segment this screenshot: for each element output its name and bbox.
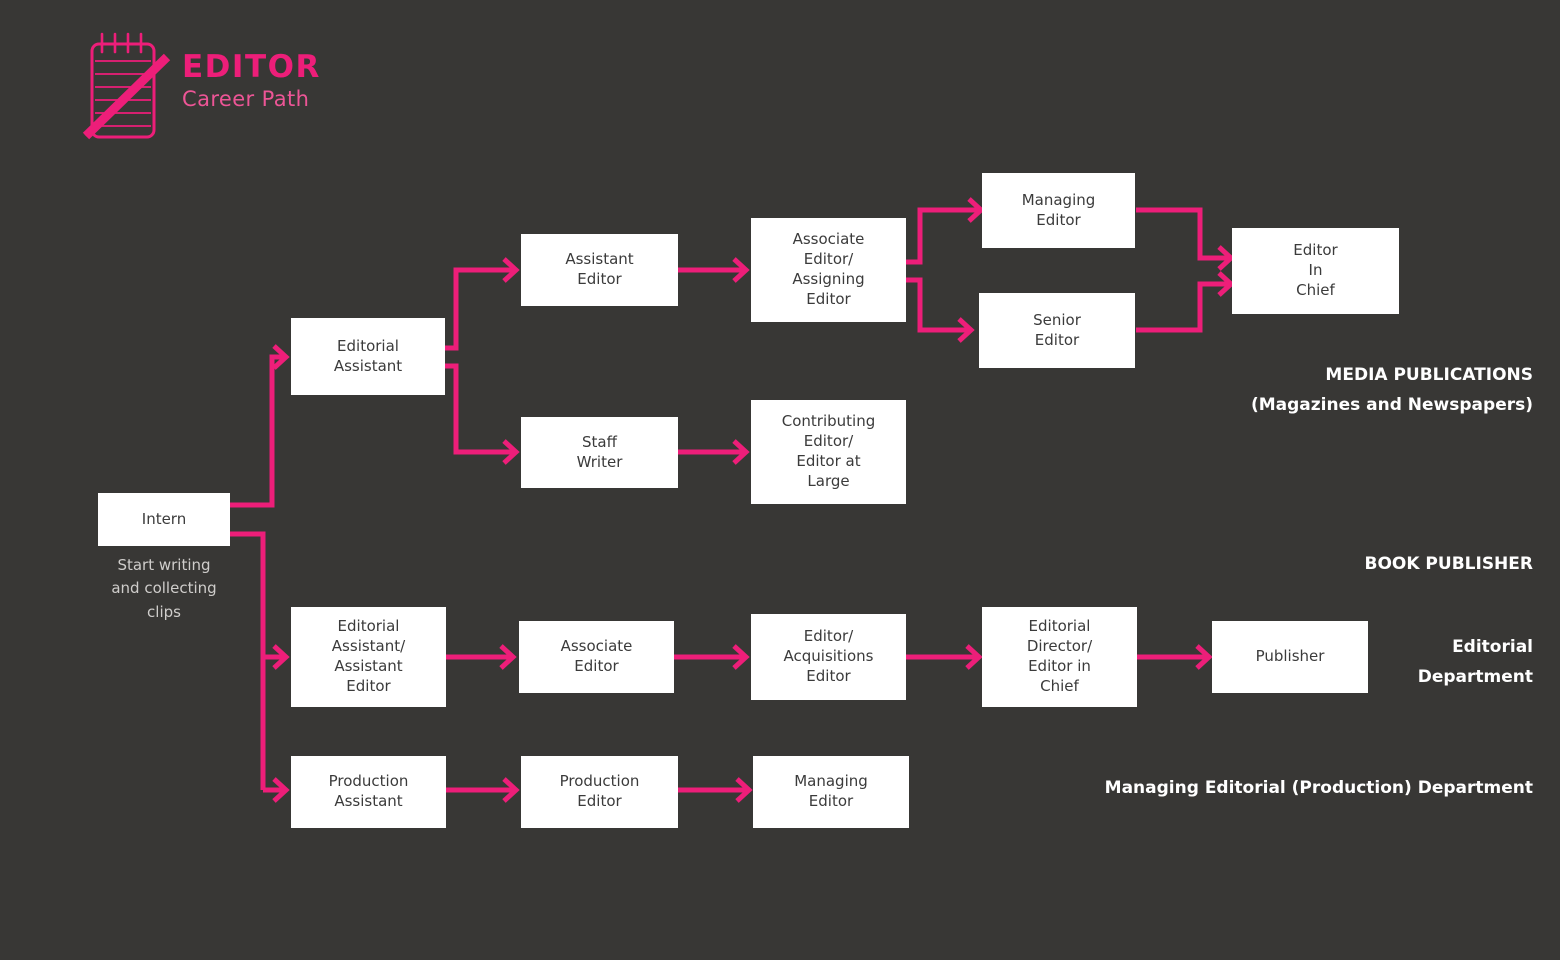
wire-senior-to-eic bbox=[1136, 281, 1230, 333]
arrowhead bbox=[499, 644, 517, 670]
node-editorial-director[interactable]: Editorial Director/ Editor in Chief bbox=[982, 607, 1137, 707]
arrowhead bbox=[272, 777, 290, 803]
node-editor-in-chief[interactable]: Editor In Chief bbox=[1232, 228, 1399, 314]
logo: EDITOR Career Path bbox=[82, 30, 412, 140]
wire-associate-to-managing bbox=[906, 207, 980, 265]
arrowhead bbox=[502, 257, 520, 283]
arrowhead bbox=[272, 344, 290, 370]
node-managing-editor-media[interactable]: Managing Editor bbox=[982, 173, 1135, 248]
arrowhead bbox=[1217, 271, 1235, 297]
logo-title: EDITOR bbox=[182, 49, 321, 85]
section-label-media-publications: MEDIA PUBLICATIONS (Magazines and Newspa… bbox=[1250, 365, 1533, 416]
intern-caption: Start writing and collecting clips bbox=[111, 556, 217, 621]
arrowhead bbox=[732, 439, 750, 465]
arrowhead bbox=[732, 644, 750, 670]
section-label-book-publisher: BOOK PUBLISHER bbox=[1364, 554, 1533, 574]
wire-ea-split-up bbox=[445, 267, 515, 351]
node-editorial-assistant-book[interactable]: Editorial Assistant/ Assistant Editor bbox=[291, 607, 446, 707]
node-intern[interactable]: Intern bbox=[98, 493, 230, 546]
wire-intern-to-editorial-assistant bbox=[230, 354, 285, 508]
arrowhead bbox=[967, 197, 985, 223]
node-editorial-assistant[interactable]: Editorial Assistant bbox=[291, 318, 445, 395]
arrowhead bbox=[957, 317, 975, 343]
logo-subtitle: Career Path bbox=[182, 87, 310, 111]
section-label-production-department: Managing Editorial (Production) Departme… bbox=[1104, 778, 1533, 798]
node-associate-assigning-editor[interactable]: Associate Editor/ Assigning Editor bbox=[751, 218, 906, 322]
notepad-pencil-icon bbox=[82, 30, 177, 140]
arrowhead bbox=[735, 777, 753, 803]
section-label-editorial-department: Editorial Department bbox=[1417, 637, 1533, 688]
wire-managing-to-eic bbox=[1136, 207, 1230, 261]
logo-wordmark: EDITOR Career Path bbox=[182, 52, 321, 110]
arrowhead bbox=[965, 644, 983, 670]
node-editor-acquisitions[interactable]: Editor/ Acquisitions Editor bbox=[751, 614, 906, 700]
node-senior-editor[interactable]: Senior Editor bbox=[979, 293, 1135, 368]
node-contributing-editor[interactable]: Contributing Editor/ Editor at Large bbox=[751, 400, 906, 504]
arrowhead bbox=[1195, 644, 1213, 670]
wire-ea-split-down bbox=[445, 363, 515, 455]
node-staff-writer[interactable]: Staff Writer bbox=[521, 417, 678, 488]
node-associate-editor-book[interactable]: Associate Editor bbox=[519, 621, 674, 693]
wire-associate-to-senior bbox=[906, 277, 970, 333]
node-assistant-editor[interactable]: Assistant Editor bbox=[521, 234, 678, 306]
arrowhead bbox=[502, 439, 520, 465]
arrowhead bbox=[732, 257, 750, 283]
node-publisher[interactable]: Publisher bbox=[1212, 621, 1368, 693]
node-production-editor[interactable]: Production Editor bbox=[521, 756, 678, 828]
arrowhead bbox=[1217, 245, 1235, 271]
arrowhead bbox=[272, 644, 290, 670]
arrowhead bbox=[502, 777, 520, 803]
node-managing-editor-production[interactable]: Managing Editor bbox=[753, 756, 909, 828]
node-production-assistant[interactable]: Production Assistant bbox=[291, 756, 446, 828]
